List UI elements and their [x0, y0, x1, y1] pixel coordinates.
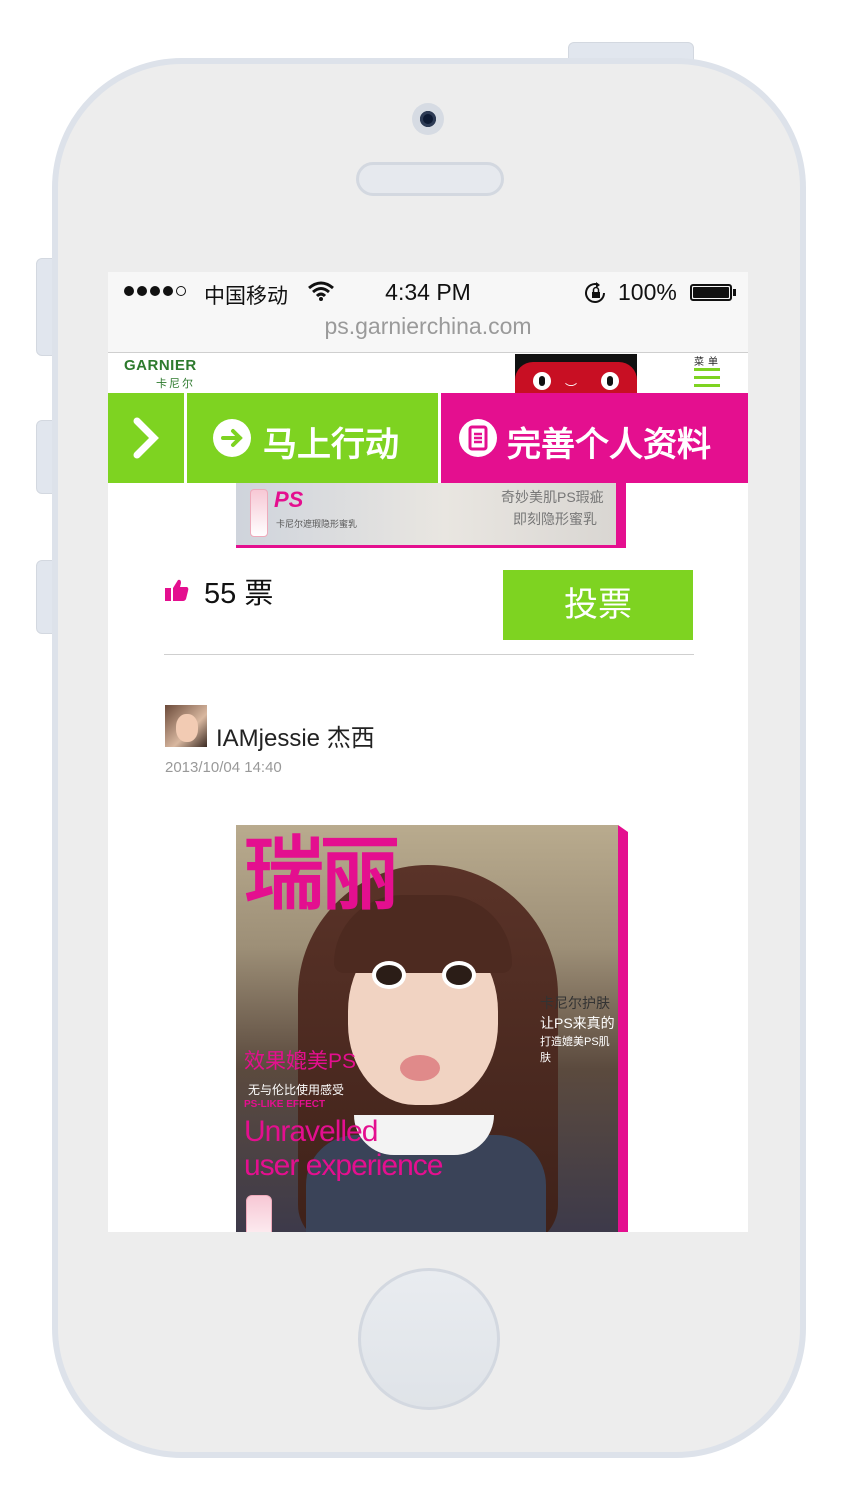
cover-english-line-1: Unravelled: [244, 1115, 378, 1148]
cover-right-line-3: 打造媲美PS肌肤: [540, 1036, 610, 1064]
home-button[interactable]: [358, 1268, 500, 1410]
cover-english-small: PS-LIKE EFFECT: [244, 1099, 326, 1110]
vote-row: 55 票 投票: [164, 570, 694, 642]
battery-icon: [690, 284, 732, 301]
cover-right-line-1: 卡尼尔护肤: [540, 995, 610, 1011]
product-tube-image: [250, 489, 268, 537]
poster-ps-text: PS: [274, 487, 304, 512]
cover-english-line-2: user experience: [244, 1149, 443, 1182]
earpiece-speaker: [356, 162, 504, 196]
vote-count: 55 票: [204, 578, 274, 610]
post-author: IAMjessie 杰西 2013/10/04 14:40: [164, 704, 694, 784]
avatar[interactable]: [165, 705, 207, 747]
menu-label: 菜单: [694, 357, 722, 368]
magazine-cover-image[interactable]: 瑞丽 卡尼尔护肤 让PS来真的 打造媲美PS肌肤 效果媲美PS 无与伦比使用感受…: [236, 825, 618, 1232]
chevron-right-icon: [133, 417, 159, 459]
cover-effect: 效果媲美PS: [244, 1050, 357, 1073]
cover-edge: [618, 832, 628, 1232]
url-text: ps.garnierchina.com: [324, 313, 532, 339]
cover-title: 瑞丽: [244, 830, 400, 919]
site-header: GARNIER 卡尼尔 ︶ 菜单: [108, 353, 748, 393]
author-name[interactable]: IAMjessie 杰西: [216, 718, 375, 753]
poster-subtitle: 卡尼尔遮瑕隐形蜜乳: [276, 519, 358, 529]
expand-arrow-button[interactable]: [108, 393, 184, 483]
hamburger-menu-icon[interactable]: 菜单: [690, 353, 724, 393]
phone-screen: 中国移动 4:34 PM 100% ps.garnierchina.com GA…: [108, 272, 748, 1232]
cover-edge: [618, 825, 628, 832]
cover-right-line-2: 让PS来真的: [540, 1015, 615, 1031]
garnier-logo[interactable]: GARNIER 卡尼尔: [124, 357, 214, 390]
complete-profile-button[interactable]: 完善个人资料: [441, 393, 748, 483]
battery-percentage: 100%: [618, 279, 677, 305]
cover-small-text: 无与伦比使用感受: [248, 1083, 345, 1097]
logo-chinese: 卡尼尔: [156, 378, 195, 390]
tmall-cat-logo[interactable]: ︶: [515, 354, 637, 393]
act-now-button[interactable]: 马上行动: [187, 393, 438, 483]
arrow-right-circle-icon: [213, 419, 251, 457]
front-camera: [412, 103, 444, 135]
complete-profile-label: 完善个人资料: [507, 426, 711, 464]
poster-line-2: 即刻隐形蜜乳: [513, 511, 597, 527]
logo-wordmark: GARNIER: [124, 357, 197, 374]
address-bar[interactable]: ps.garnierchina.com: [108, 312, 748, 353]
act-now-label: 马上行动: [263, 426, 399, 464]
product-tube-image: [246, 1195, 272, 1232]
thumbs-up-icon: [164, 578, 190, 607]
previous-post-image[interactable]: PS 卡尼尔遮瑕隐形蜜乳 奇妙美肌PS瑕疵 即刻隐形蜜乳: [236, 483, 616, 545]
vote-button[interactable]: 投票: [503, 570, 693, 640]
rotation-lock-icon: [584, 282, 608, 309]
battery-nub: [733, 289, 736, 296]
status-bar: 中国移动 4:34 PM 100%: [108, 272, 748, 312]
poster-line-1: 奇妙美肌PS瑕疵: [501, 489, 604, 505]
post-divider: [164, 654, 694, 655]
action-bar: 马上行动 完善个人资料: [108, 393, 748, 483]
post-date: 2013/10/04 14:40: [165, 759, 282, 776]
document-icon: [459, 419, 497, 457]
